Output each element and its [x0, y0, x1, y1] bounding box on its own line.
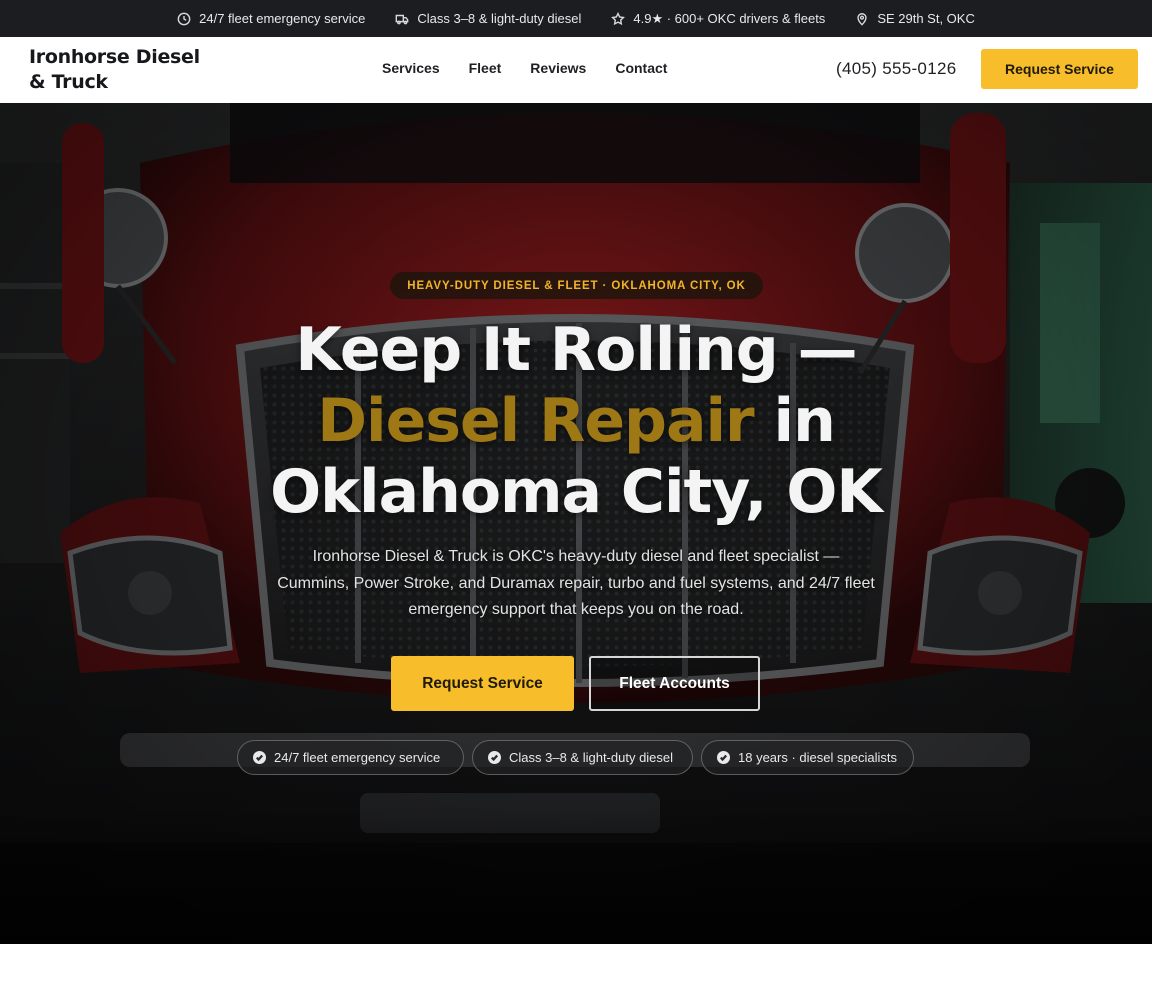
hero-headline: Keep It Rolling — Diesel Repair in Oklah…: [0, 315, 1152, 528]
headline-line-1: Keep It Rolling —: [295, 315, 857, 385]
announcement-label: SE 29th St, OKC: [877, 11, 975, 26]
phone-link[interactable]: (405) 555-0126: [836, 59, 956, 79]
map-pin-icon: [857, 12, 867, 26]
trust-chip-label: 18 years · diesel specialists: [738, 750, 897, 765]
headline-line-2-rest: in: [753, 386, 836, 456]
nav-link-contact[interactable]: Contact: [615, 60, 667, 76]
truck-icon: [395, 14, 409, 24]
announcement-item-class: Class 3–8 & light-duty diesel: [395, 11, 581, 26]
header-request-service-button[interactable]: Request Service: [981, 49, 1138, 89]
trust-chip: 24/7 fleet emergency service: [237, 740, 464, 775]
trust-chip-label: Class 3–8 & light-duty diesel: [509, 750, 674, 765]
announcement-label: 4.9★ · 600+ OKC drivers & fleets: [633, 10, 826, 26]
headline-line-3: Oklahoma City, OK: [270, 457, 883, 527]
nav-link-services[interactable]: Services: [382, 60, 440, 76]
nav-link-reviews[interactable]: Reviews: [530, 60, 586, 76]
clock-icon: [177, 12, 191, 25]
trust-chip-label: 24/7 fleet emergency service: [274, 750, 441, 765]
hero-section: HEAVY-DUTY DIESEL & FLEET · OKLAHOMA CIT…: [0, 103, 1152, 944]
announcement-bar: 24/7 fleet emergency service Class 3–8 &…: [0, 0, 1152, 37]
trust-chip: Class 3–8 & light-duty diesel: [472, 740, 693, 775]
hero-subcopy: Ironhorse Diesel & Truck is OKC's heavy-…: [277, 548, 875, 618]
check-circle-icon: [717, 751, 730, 764]
announcement-label: Class 3–8 & light-duty diesel: [417, 11, 582, 26]
announcement-item-rating: 4.9★ · 600+ OKC drivers & fleets: [611, 11, 825, 27]
star-icon: [611, 11, 626, 25]
check-circle-icon: [253, 751, 266, 764]
announcement-item-location: SE 29th St, OKC: [855, 11, 975, 26]
announcement-label: 24/7 fleet emergency service: [199, 11, 366, 26]
brand-logo[interactable]: Ironhorse Diesel & Truck: [29, 45, 219, 95]
trust-chip: 18 years · diesel specialists: [701, 740, 914, 775]
announcement-item-emergency: 24/7 fleet emergency service: [177, 11, 365, 26]
check-circle-icon: [488, 751, 501, 764]
hero-request-service-button[interactable]: Request Service: [391, 656, 574, 711]
main-nav: Services Fleet Reviews Contact: [382, 60, 667, 76]
hero-fleet-accounts-button[interactable]: Fleet Accounts: [589, 656, 760, 711]
headline-accent: Diesel Repair: [317, 386, 754, 456]
site-header: Ironhorse Diesel & Truck Services Fleet …: [0, 37, 1152, 103]
hero-eyebrow-badge: HEAVY-DUTY DIESEL & FLEET · OKLAHOMA CIT…: [390, 272, 763, 299]
hero-bottom-fade: [0, 804, 1152, 944]
nav-link-fleet[interactable]: Fleet: [469, 60, 502, 76]
